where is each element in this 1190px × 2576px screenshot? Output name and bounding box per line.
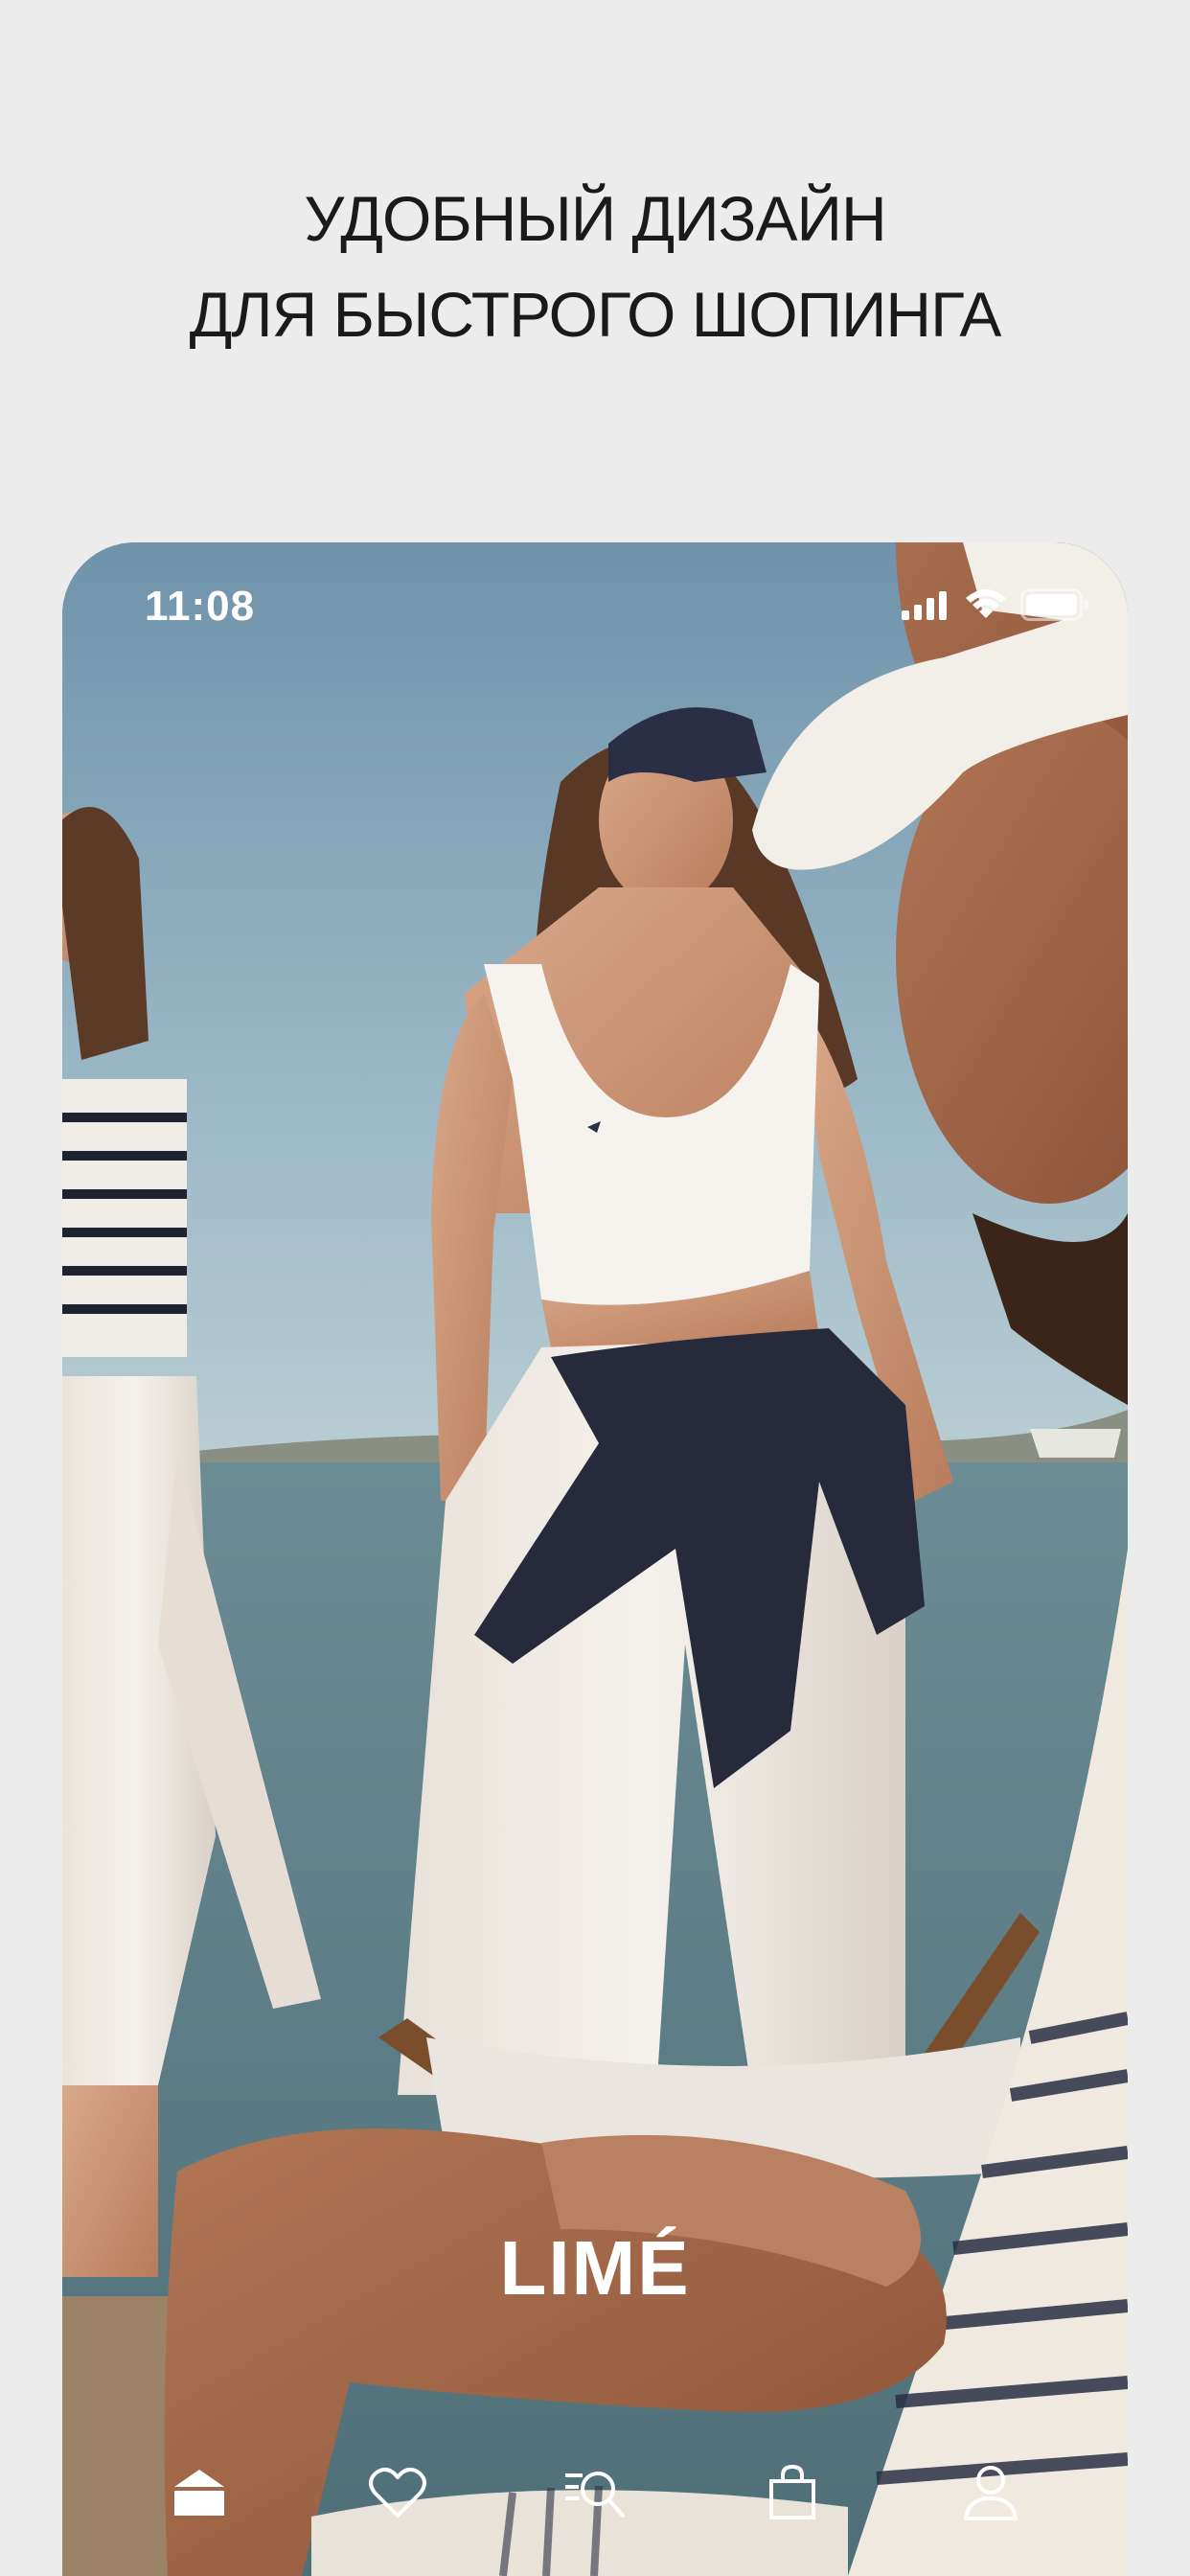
tab-profile[interactable] (948, 2450, 1034, 2536)
promo-headline: УДОБНЫЙ ДИЗАЙН ДЛЯ БЫСТРОГО ШОПИНГА (0, 171, 1190, 362)
home-icon (174, 2470, 225, 2516)
heart-icon (368, 2467, 426, 2518)
status-time: 11:08 (145, 583, 256, 630)
shopping-bag-icon (769, 2464, 816, 2519)
tab-favorites[interactable] (355, 2450, 441, 2536)
status-bar: 11:08 (62, 542, 1128, 677)
promo-headline-line-1: УДОБНЫЙ ДИЗАЙН (304, 183, 886, 254)
phone-screen-mockup: 11:08 LIMÉ (62, 542, 1128, 2576)
profile-icon (963, 2466, 1018, 2520)
catalog-search-icon (564, 2472, 625, 2518)
battery-icon (1020, 588, 1088, 621)
bottom-tab-bar (62, 2450, 1128, 2576)
status-icons (902, 588, 1089, 621)
tab-catalog[interactable] (552, 2450, 638, 2536)
svg-text:LIMÉ: LIMÉ (499, 2225, 690, 2304)
tab-home[interactable] (156, 2450, 242, 2536)
cellular-signal-icon (902, 591, 947, 620)
brand-logo: LIMÉ (62, 2218, 1128, 2311)
lime-logo: LIMÉ (499, 2225, 690, 2311)
wifi-icon (966, 589, 1006, 618)
promo-headline-line-2: ДЛЯ БЫСТРОГО ШОПИНГА (189, 279, 1002, 350)
tab-cart[interactable] (749, 2450, 835, 2536)
